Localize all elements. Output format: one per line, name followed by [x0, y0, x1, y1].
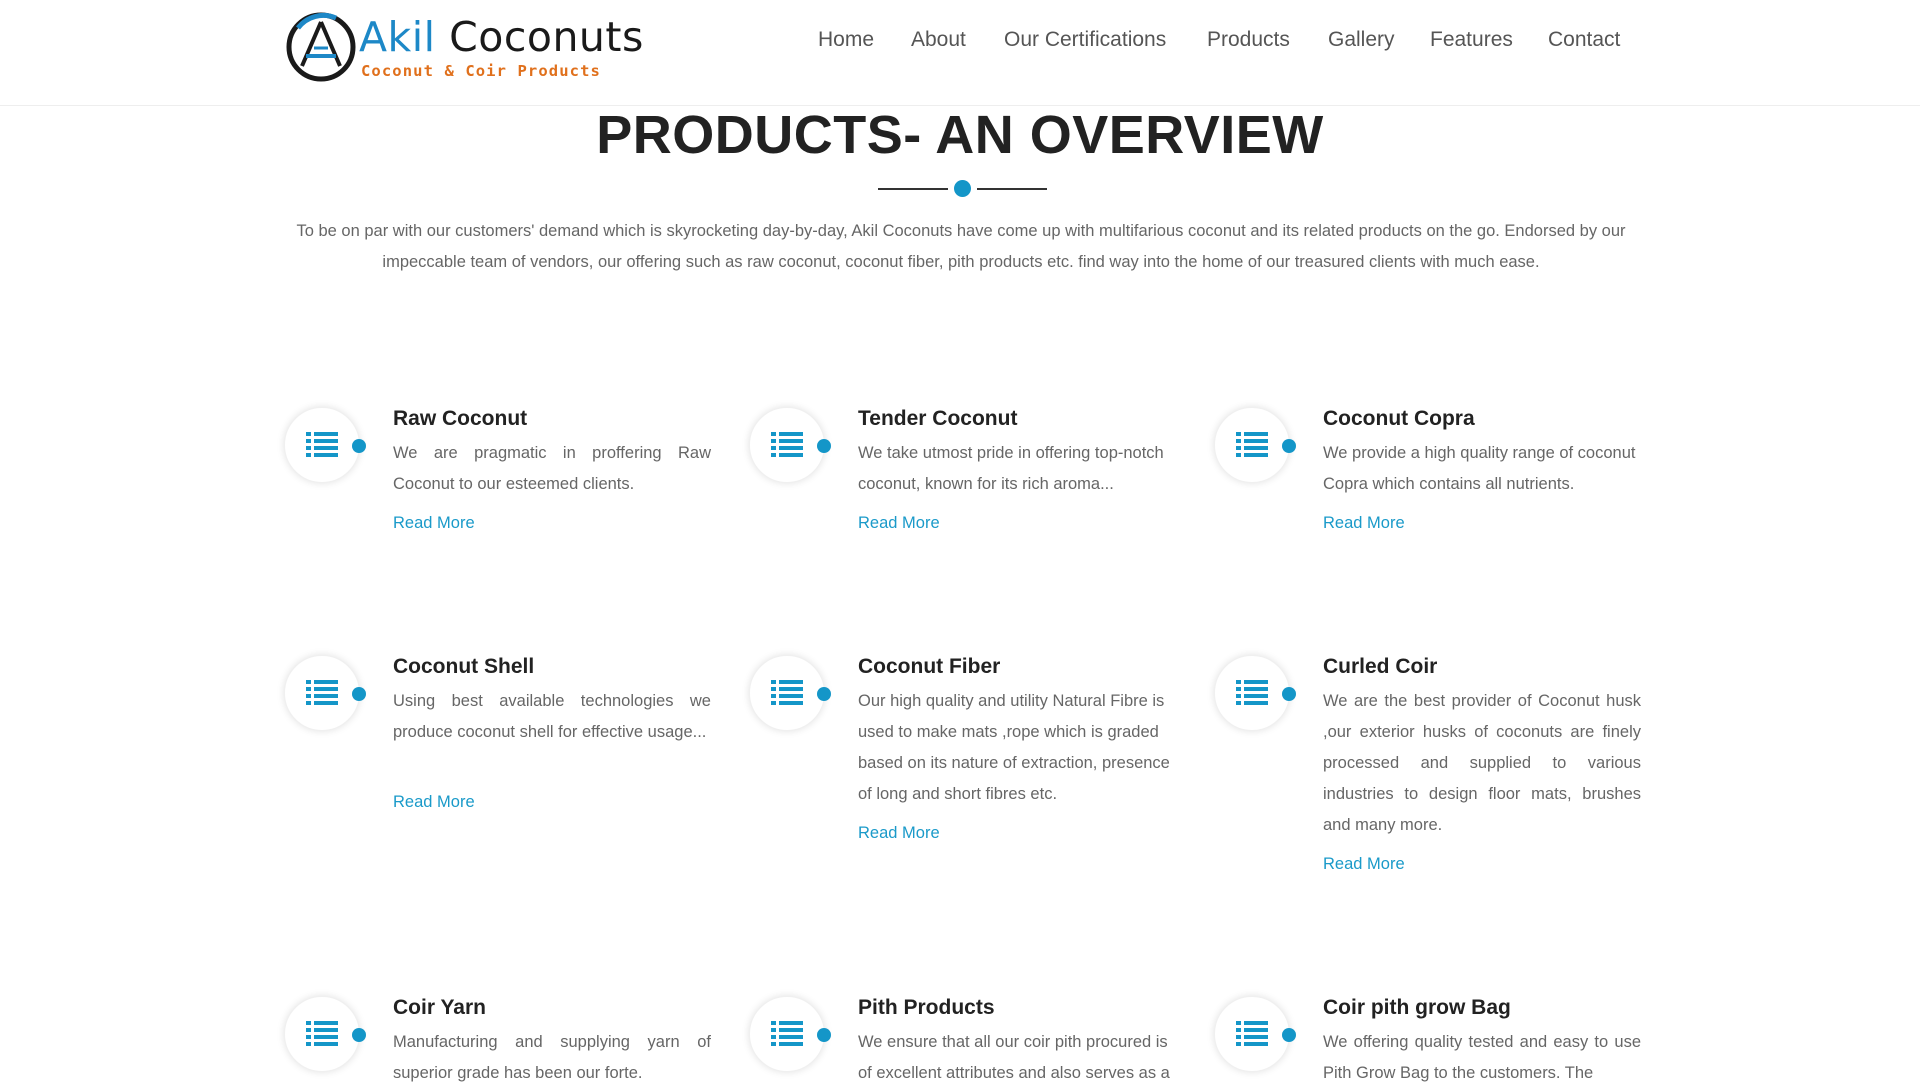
product-item-coconut-fiber: Coconut Fiber Our high quality and utili… — [747, 655, 1217, 865]
divider-line-left — [878, 188, 948, 190]
nav-about[interactable]: About — [911, 28, 966, 52]
product-desc: We are pragmatic in proffering Raw Cocon… — [393, 444, 711, 493]
product-desc: Using best available technologies we pro… — [393, 692, 711, 741]
product-icon-circle — [284, 407, 366, 483]
brand-tagline: Coconut & Coir Products — [361, 62, 601, 80]
nav-gallery[interactable]: Gallery — [1328, 28, 1395, 52]
product-title: Pith Products — [858, 996, 995, 1019]
icon-bullet — [1282, 1028, 1296, 1042]
read-more-link[interactable]: Read More — [858, 824, 940, 843]
product-item-coir-yarn: Coir Yarn Manufacturing and supplying ya… — [282, 996, 752, 1082]
icon-bullet — [352, 1028, 366, 1042]
product-title: Tender Coconut — [858, 407, 1018, 430]
list-icon — [306, 680, 338, 705]
product-title: Coconut Shell — [393, 655, 535, 678]
read-more-link[interactable]: Read More — [393, 514, 475, 533]
product-desc: We take utmost pride in offering top-not… — [858, 444, 1164, 493]
product-title: Coir Yarn — [393, 996, 486, 1019]
nav-products[interactable]: Products — [1207, 28, 1290, 52]
product-title: Raw Coconut — [393, 407, 528, 430]
product-item-curled-coir: Curled Coir We are the best provider of … — [1212, 655, 1682, 895]
read-more-link[interactable]: Read More — [1323, 514, 1405, 533]
icon-bullet — [352, 439, 366, 453]
section-title: PRODUCTS- AN OVERVIEW — [596, 105, 1324, 165]
product-icon-circle — [749, 996, 831, 1072]
product-title: Coconut Copra — [1323, 407, 1475, 430]
product-item-coconut-copra: Coconut Copra We provide a high quality … — [1212, 407, 1682, 547]
read-more-link[interactable]: Read More — [393, 793, 475, 812]
product-icon-circle — [749, 655, 831, 731]
list-icon — [1236, 1021, 1268, 1046]
product-item-pith-products: Pith Products We ensure that all our coi… — [747, 996, 1217, 1082]
icon-bullet — [817, 1028, 831, 1042]
list-icon — [306, 1021, 338, 1046]
list-icon — [771, 1021, 803, 1046]
section-intro: To be on par with our customers' demand … — [296, 222, 1626, 271]
list-icon — [771, 432, 803, 457]
product-icon-circle — [1214, 996, 1296, 1072]
product-item-coir-pith-grow-bag: Coir pith grow Bag We offering quality t… — [1212, 996, 1682, 1082]
divider-line-right — [977, 188, 1047, 190]
product-title: Coir pith grow Bag — [1323, 996, 1511, 1019]
product-item-coconut-shell: Coconut Shell Using best available techn… — [282, 655, 752, 835]
site-header: Akil Coconuts Coconut & Coir Products Ho… — [0, 0, 1920, 106]
list-icon — [1236, 432, 1268, 457]
product-desc: We are the best provider of Coconut husk… — [1323, 692, 1641, 834]
read-more-link[interactable]: Read More — [1323, 855, 1405, 874]
product-icon-circle — [284, 996, 366, 1072]
product-title: Curled Coir — [1323, 655, 1438, 678]
nav-certifications[interactable]: Our Certifications — [1004, 28, 1166, 52]
title-divider — [878, 180, 1048, 198]
product-title: Coconut Fiber — [858, 655, 1001, 678]
product-icon-circle — [749, 407, 831, 483]
list-icon — [1236, 680, 1268, 705]
product-icon-circle — [284, 655, 366, 731]
read-more-link[interactable]: Read More — [858, 514, 940, 533]
icon-bullet — [1282, 687, 1296, 701]
main-nav: Home About Our Certifications Products G… — [0, 28, 1920, 60]
product-icon-circle — [1214, 407, 1296, 483]
product-item-raw-coconut: Raw Coconut We are pragmatic in profferi… — [282, 407, 752, 547]
divider-dot — [954, 180, 971, 197]
icon-bullet — [817, 439, 831, 453]
list-icon — [771, 680, 803, 705]
icon-bullet — [352, 687, 366, 701]
list-icon — [306, 432, 338, 457]
icon-bullet — [1282, 439, 1296, 453]
icon-bullet — [817, 687, 831, 701]
nav-features[interactable]: Features — [1430, 28, 1513, 52]
product-icon-circle — [1214, 655, 1296, 731]
product-item-tender-coconut: Tender Coconut We take utmost pride in o… — [747, 407, 1217, 547]
nav-home[interactable]: Home — [818, 28, 874, 52]
product-desc: Our high quality and utility Natural Fib… — [858, 692, 1170, 803]
product-desc: We provide a high quality range of cocon… — [1323, 444, 1636, 493]
nav-contact[interactable]: Contact — [1548, 28, 1620, 52]
